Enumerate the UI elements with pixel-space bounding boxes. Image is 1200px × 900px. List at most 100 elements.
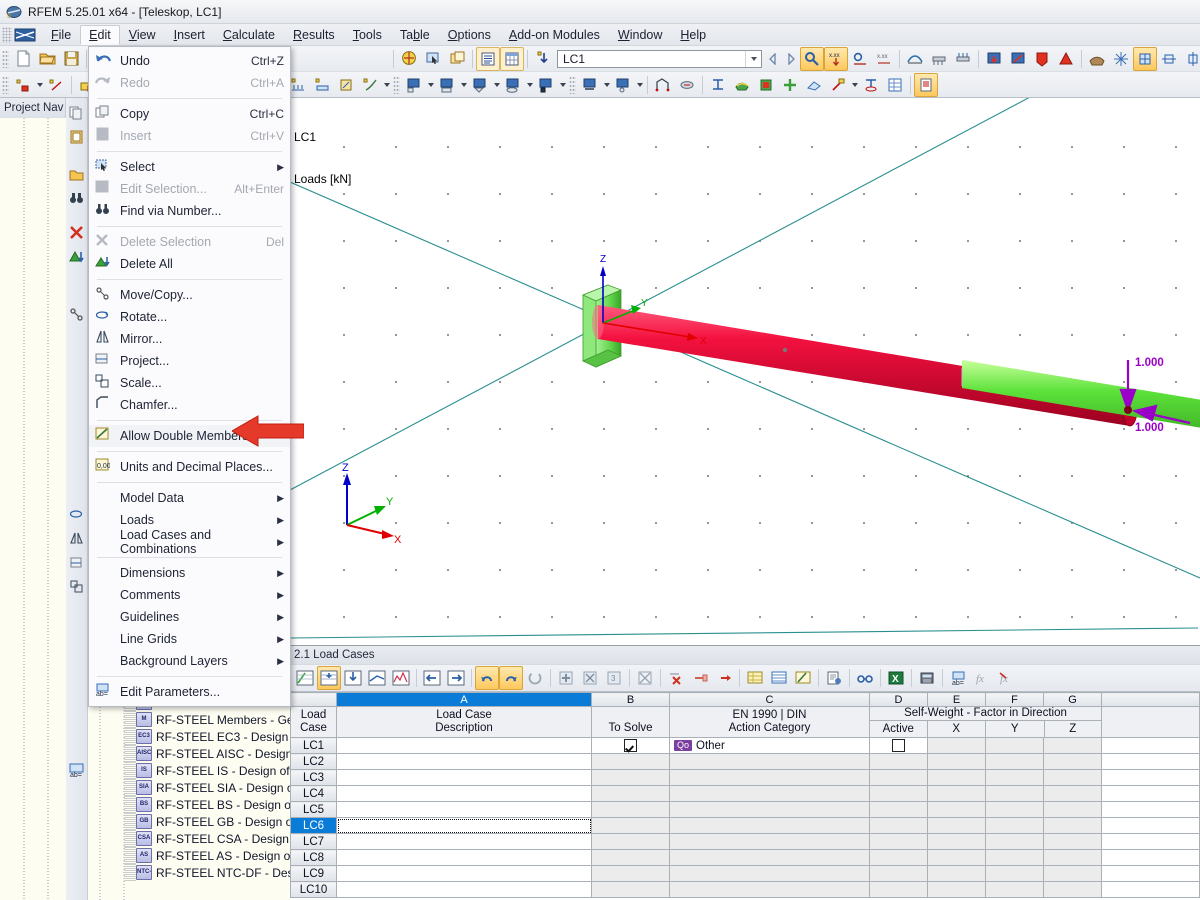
solid-support-dropdown-icon[interactable] bbox=[558, 74, 567, 96]
cell-self-weight-active[interactable] bbox=[869, 817, 928, 834]
self-weight-active-checkbox[interactable] bbox=[892, 739, 905, 752]
measure-side-icon[interactable] bbox=[65, 302, 89, 326]
cell-to-solve[interactable] bbox=[591, 849, 670, 866]
cell-factor-z[interactable] bbox=[1043, 881, 1102, 898]
cell-description[interactable] bbox=[336, 801, 592, 818]
table-row[interactable]: LC5 bbox=[290, 801, 1200, 818]
menu-tools[interactable]: Tools bbox=[344, 25, 391, 45]
result-values-icon[interactable]: x.xx bbox=[824, 46, 848, 71]
render-solid-icon[interactable] bbox=[1085, 47, 1109, 71]
menu-item-model-data[interactable]: Model Data ▶ bbox=[89, 487, 290, 509]
cell-action-category[interactable] bbox=[669, 849, 870, 866]
menu-item-copy[interactable]: Copy Ctrl+C bbox=[89, 103, 290, 125]
cell-factor-y[interactable] bbox=[985, 737, 1044, 754]
row-header-lc10[interactable]: LC10 bbox=[290, 881, 337, 898]
cell-factor-z[interactable] bbox=[1043, 801, 1102, 818]
cell-action-category[interactable] bbox=[669, 865, 870, 882]
cell-factor-x[interactable] bbox=[927, 801, 986, 818]
menu-item-find-via-number[interactable]: Find via Number... bbox=[89, 200, 290, 222]
result-diagram-icon[interactable] bbox=[848, 47, 872, 71]
cell-factor-z[interactable] bbox=[1043, 849, 1102, 866]
generate-model-icon[interactable] bbox=[675, 73, 699, 97]
cell-self-weight-active[interactable] bbox=[869, 865, 928, 882]
menu-results[interactable]: Results bbox=[284, 25, 344, 45]
line-support-icon[interactable] bbox=[435, 73, 459, 97]
member-support-dropdown-icon[interactable] bbox=[492, 74, 501, 96]
toolbar2-grip[interactable] bbox=[2, 75, 9, 94]
cell-action-category[interactable] bbox=[669, 785, 870, 802]
member-support-icon[interactable] bbox=[468, 73, 492, 97]
mirror-side-icon[interactable] bbox=[65, 526, 89, 550]
table-params-icon[interactable]: ab= bbox=[946, 666, 970, 690]
menu-item-units-and-decimal-places[interactable]: 0,00 Units and Decimal Places... bbox=[89, 456, 290, 478]
cell-factor-y[interactable] bbox=[985, 801, 1044, 818]
menu-item-background-layers[interactable]: Background Layers ▶ bbox=[89, 650, 290, 672]
tree-item[interactable]: AS RF-STEEL AS - Design of steel men bbox=[122, 847, 290, 864]
line-support-dropdown-icon[interactable] bbox=[459, 74, 468, 96]
rendering-icon[interactable] bbox=[397, 47, 421, 71]
surface-mesh-icon[interactable] bbox=[802, 73, 826, 97]
table-list-icon[interactable] bbox=[476, 46, 500, 71]
table-redo-icon[interactable] bbox=[499, 666, 523, 690]
load-display-red-icon[interactable] bbox=[1030, 47, 1054, 71]
table-format-blue-icon[interactable] bbox=[767, 666, 791, 690]
cell-action-category[interactable] bbox=[669, 753, 870, 770]
save-file-icon[interactable] bbox=[59, 47, 83, 71]
table-add-icon[interactable] bbox=[554, 666, 578, 690]
table-delete-right-icon[interactable] bbox=[712, 666, 736, 690]
load-cases-rows[interactable]: LC1 Qo Other LC2 LC3 LC4 LC5 LC6 LC7 LC8 LC9 LC10 bbox=[290, 737, 1200, 898]
module-list[interactable]: SRF-STEEL Surfaces - General stressMRF-S… bbox=[122, 694, 290, 881]
select-objects-icon[interactable] bbox=[421, 47, 445, 71]
view-iso-icon[interactable] bbox=[1133, 46, 1157, 71]
menu-item-chamfer[interactable]: Chamfer... bbox=[89, 394, 290, 416]
binoculars-side-icon[interactable] bbox=[65, 186, 89, 210]
cell-description[interactable] bbox=[336, 769, 592, 786]
row-header-lc7[interactable]: LC7 bbox=[290, 833, 337, 850]
cell-factor-y[interactable] bbox=[985, 769, 1044, 786]
table-delete-left-icon[interactable] bbox=[688, 666, 712, 690]
menu-file[interactable]: File bbox=[42, 25, 80, 45]
magic-wand-dropdown-icon[interactable] bbox=[850, 74, 859, 96]
view-front-icon[interactable] bbox=[1157, 47, 1181, 71]
cell-to-solve[interactable] bbox=[591, 881, 670, 898]
surface-load-icon[interactable] bbox=[310, 73, 334, 97]
col-letter-F[interactable]: F bbox=[985, 692, 1044, 707]
surface-support-dropdown-icon[interactable] bbox=[525, 74, 534, 96]
next-load-case-icon[interactable] bbox=[782, 49, 800, 69]
table-row[interactable]: LC7 bbox=[290, 833, 1200, 850]
line-hinge-icon[interactable] bbox=[611, 73, 635, 97]
cell-factor-z[interactable] bbox=[1043, 865, 1102, 882]
tree-item[interactable]: NTC- RF-STEEL NTC-DF - Design of stee bbox=[122, 864, 290, 881]
menu-calculate[interactable]: Calculate bbox=[214, 25, 284, 45]
table-chart-icon[interactable] bbox=[389, 666, 413, 690]
col-letter-G[interactable]: G bbox=[1043, 692, 1102, 707]
project-navigator-panel[interactable] bbox=[0, 118, 67, 900]
menu-item-guidelines[interactable]: Guidelines ▶ bbox=[89, 606, 290, 628]
menu-item-rotate[interactable]: Rotate... bbox=[89, 306, 290, 328]
cell-factor-x[interactable] bbox=[927, 849, 986, 866]
cell-action-category[interactable] bbox=[669, 881, 870, 898]
menu-item-load-cases-and-combinations[interactable]: Load Cases and Combinations ▶ bbox=[89, 528, 290, 556]
cell-self-weight-active[interactable] bbox=[869, 881, 928, 898]
section-props-icon[interactable] bbox=[859, 73, 883, 97]
plus-green-icon[interactable] bbox=[778, 73, 802, 97]
imperfection-dropdown-icon[interactable] bbox=[382, 74, 391, 96]
menu-item-line-grids[interactable]: Line Grids ▶ bbox=[89, 628, 290, 650]
cell-to-solve[interactable] bbox=[591, 801, 670, 818]
table-edit-icon[interactable] bbox=[293, 666, 317, 690]
nodes-display-icon[interactable] bbox=[982, 47, 1006, 71]
surface-support-icon[interactable] bbox=[501, 73, 525, 97]
menu-item-dimensions[interactable]: Dimensions ▶ bbox=[89, 562, 290, 584]
new-node-icon[interactable] bbox=[11, 73, 35, 97]
cell-self-weight-active[interactable] bbox=[869, 833, 928, 850]
table-row[interactable]: LC6 bbox=[290, 817, 1200, 834]
cell-self-weight-active[interactable] bbox=[869, 769, 928, 786]
cell-description[interactable] bbox=[336, 849, 592, 866]
solid-support-icon[interactable] bbox=[534, 73, 558, 97]
cell-action-category[interactable] bbox=[669, 769, 870, 786]
nodal-support-dropdown-icon[interactable] bbox=[426, 74, 435, 96]
row-header-lc8[interactable]: LC8 bbox=[290, 849, 337, 866]
table-next-icon[interactable] bbox=[444, 666, 468, 690]
menu-item-comments[interactable]: Comments ▶ bbox=[89, 584, 290, 606]
cell-factor-x[interactable] bbox=[927, 753, 986, 770]
